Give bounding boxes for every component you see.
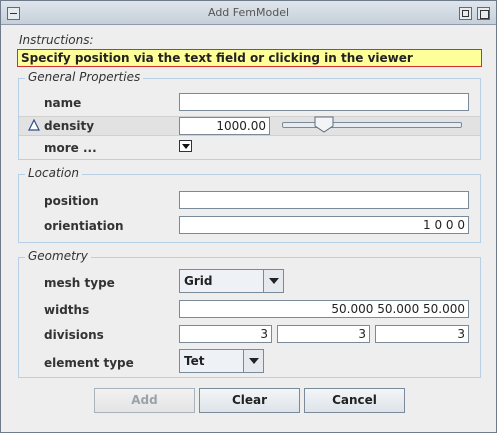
- general-properties-title: General Properties: [25, 70, 144, 84]
- mesh-type-label: mesh type: [44, 276, 115, 290]
- element-type-select[interactable]: Tet: [179, 349, 264, 373]
- chevron-down-icon[interactable]: [263, 270, 283, 292]
- divisions-x-input[interactable]: 3: [179, 325, 272, 343]
- instructions-label: Instructions:: [19, 33, 94, 47]
- density-slider-thumb[interactable]: [314, 116, 334, 133]
- maximize-icon[interactable]: [459, 7, 472, 20]
- divisions-y-input[interactable]: 3: [277, 325, 370, 343]
- instructions-text: Specify position via the text field or c…: [17, 49, 482, 67]
- position-label: position: [44, 194, 99, 208]
- density-slider-track[interactable]: [282, 122, 462, 128]
- title-bar[interactable]: Add FemModel: [1, 1, 496, 25]
- element-type-value: Tet: [184, 354, 205, 368]
- add-femmodel-dialog: Add FemModel Instructions: Specify posit…: [0, 0, 497, 433]
- chevron-down-icon[interactable]: [243, 350, 263, 372]
- name-input[interactable]: [179, 93, 469, 111]
- clear-button[interactable]: Clear: [199, 388, 300, 413]
- widths-label: widths: [44, 303, 90, 317]
- property-mode-triangle-icon[interactable]: [28, 119, 40, 131]
- location-title: Location: [25, 166, 82, 180]
- cancel-button[interactable]: Cancel: [304, 388, 405, 413]
- widths-input[interactable]: 50.000 50.000 50.000: [179, 300, 469, 318]
- density-label: density: [44, 119, 95, 133]
- density-input[interactable]: 1000.00: [179, 117, 270, 135]
- more-expand-arrow-icon[interactable]: [179, 140, 192, 152]
- mesh-type-select[interactable]: Grid: [179, 269, 284, 293]
- name-label: name: [44, 96, 82, 110]
- divisions-z-input[interactable]: 3: [375, 325, 469, 343]
- geometry-title: Geometry: [25, 249, 91, 263]
- orientation-input[interactable]: 1 0 0 0: [179, 216, 469, 234]
- mesh-type-value: Grid: [184, 274, 213, 288]
- close-icon[interactable]: [477, 7, 490, 20]
- more-label: more ...: [44, 141, 97, 155]
- orientation-label: orientiation: [44, 219, 124, 233]
- add-button[interactable]: Add: [94, 388, 195, 413]
- element-type-label: element type: [44, 356, 134, 370]
- divisions-label: divisions: [44, 328, 104, 342]
- position-input[interactable]: [179, 191, 469, 209]
- window-title: Add FemModel: [207, 6, 290, 19]
